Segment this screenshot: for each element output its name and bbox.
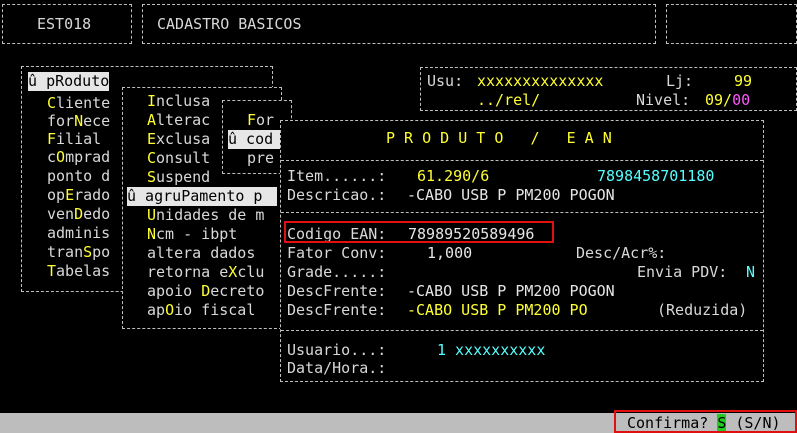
descricao-label: Descricao.: xyxy=(287,186,387,204)
usu-label: Usu: xyxy=(427,72,464,90)
third-menu-item-cod[interactable]: û cod xyxy=(228,130,283,149)
item-label: Item......: xyxy=(287,167,387,185)
envia-pdv-label: Envia PDV: xyxy=(637,263,728,281)
descfrente-value-1[interactable]: -CABO USB P PM200 POGON xyxy=(407,282,615,301)
envia-pdv-value[interactable]: N xyxy=(746,263,755,282)
sub-menu-item-ncm[interactable]: Ncm - ibpt xyxy=(147,225,237,244)
fator-label: Fator Conv: xyxy=(287,244,387,262)
selected-marker-icon: û xyxy=(28,72,47,90)
lj-value: 99 xyxy=(734,72,753,90)
item-ean: 7898458701180 xyxy=(597,167,715,185)
panel-title: P R O D U T O / E A N xyxy=(386,129,612,147)
main-menu-item-ponto[interactable]: ponto d xyxy=(47,167,110,186)
sub-menu-item-unidades[interactable]: Unidades de m xyxy=(147,206,264,225)
main-menu-item-fornece[interactable]: forNece xyxy=(47,112,110,131)
screen-code: EST018 xyxy=(37,15,92,33)
lj-label: Lj: xyxy=(666,72,694,90)
main-menu-label: Roduto xyxy=(55,72,110,90)
confirm-highlight xyxy=(614,410,797,433)
usuario-value: 1 xxxxxxxxxx xyxy=(437,341,546,359)
panel-separator-2 xyxy=(281,330,763,331)
main-menu-item-tabelas[interactable]: Tabelas xyxy=(47,262,110,281)
third-menu-item-pre[interactable]: pre xyxy=(247,149,274,168)
fator-value[interactable]: 1,000 xyxy=(427,244,472,263)
grade-label: Grade.....: xyxy=(287,263,387,281)
usu-value: xxxxxxxxxxxxxx xyxy=(477,72,604,90)
sub-menu-item-agrupamento[interactable]: û agruPamento p xyxy=(127,187,277,206)
screen-title: CADASTRO BASICOS xyxy=(157,15,302,33)
main-menu-item-filial[interactable]: Filial xyxy=(47,130,101,149)
sub-menu-item-apoio-fiscal[interactable]: apOio fiscal xyxy=(147,301,255,320)
nivel-label: Nivel: xyxy=(636,91,691,109)
nivel-value-a: 09/ xyxy=(705,91,733,109)
nivel-value: 09/00 xyxy=(705,91,750,110)
main-menu-item-comprad[interactable]: cOmprad xyxy=(47,148,110,167)
sub-menu-item-retorna[interactable]: retorna eXclu xyxy=(147,263,264,282)
desc-acr-label: Desc/Acr%: xyxy=(576,244,667,262)
panel-title-separator xyxy=(281,160,763,161)
sub-menu-item-inclusa[interactable]: Inclusa xyxy=(147,92,210,111)
sub-menu-item-alterac[interactable]: Alterac xyxy=(147,111,210,130)
reduzida-label: (Reduzida) xyxy=(657,301,748,319)
main-menu-item-cliente[interactable]: Cliente xyxy=(47,94,110,113)
usuario-label: Usuario...: xyxy=(287,341,387,359)
header-right-box xyxy=(666,4,797,44)
third-menu-item-for[interactable]: For xyxy=(247,111,274,130)
main-menu-item-adminis[interactable]: adminis xyxy=(47,224,110,243)
descfrente-label-1: DescFrente: xyxy=(287,282,387,300)
datahora-label: Data/Hora.: xyxy=(287,359,387,377)
sub-menu-item-suspend[interactable]: Suspend xyxy=(147,168,210,187)
nivel-value-b: 00 xyxy=(732,91,751,109)
main-menu-item-vendedo[interactable]: venDedo xyxy=(47,205,110,224)
path-value: ../rel/ xyxy=(477,91,541,109)
codigo-ean-highlight xyxy=(284,221,554,243)
descfrente-label-2: DescFrente: xyxy=(287,301,387,319)
main-menu-hotkey: p xyxy=(46,72,56,90)
main-menu-item-produto[interactable]: û pRoduto xyxy=(28,72,110,91)
main-menu-item-operado[interactable]: opErado xyxy=(47,186,110,205)
main-menu-item-transpo[interactable]: tranSpo xyxy=(47,243,110,262)
descricao-value: -CABO USB P PM200 POGON xyxy=(407,186,615,204)
item-value: 61.290/6 xyxy=(417,167,490,185)
descfrente-value-2[interactable]: -CABO USB P PM200 PO xyxy=(407,301,588,320)
sub-menu-item-apoio-decreto[interactable]: apoio Decreto xyxy=(147,282,264,301)
sub-menu-item-exclusa[interactable]: Exclusa xyxy=(147,130,210,149)
sub-menu-item-consult[interactable]: Consult xyxy=(147,149,210,168)
sub-menu-item-altera-dados[interactable]: altera dados xyxy=(147,244,255,263)
panel-separator-1 xyxy=(281,212,763,213)
